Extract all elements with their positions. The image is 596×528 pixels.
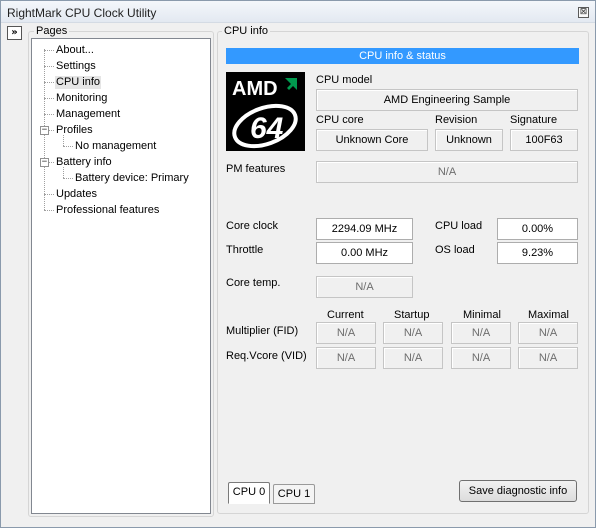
collapse-profiles-icon[interactable]: − — [40, 126, 49, 135]
cpu-info-group-label: CPU info — [222, 25, 271, 37]
multiplier-minimal-field: N/A — [451, 322, 511, 344]
revision-field: Unknown — [435, 129, 503, 151]
multiplier-label: Multiplier (FID) — [226, 325, 299, 337]
cpu-info-header: CPU info & status — [226, 48, 579, 64]
tab-cpu-1[interactable]: CPU 1 — [273, 484, 315, 504]
pages-tree[interactable]: − − About... Settings CPU info Monitorin… — [31, 38, 211, 514]
tree-item-settings[interactable]: Settings — [55, 60, 97, 73]
collapse-battery-info-icon[interactable]: − — [40, 158, 49, 167]
app-window: RightMark CPU Clock Utility ⊠ » Pages − … — [0, 0, 596, 528]
column-maximal-label: Maximal — [528, 309, 569, 321]
core-temp-field: N/A — [316, 276, 413, 298]
multiplier-maximal-field: N/A — [518, 322, 578, 344]
collapse-pages-button[interactable]: » — [7, 26, 22, 40]
throttle-field: 0.00 MHz — [316, 242, 413, 264]
pages-group-label: Pages — [34, 25, 70, 37]
tree-item-updates[interactable]: Updates — [55, 188, 98, 201]
pm-features-field: N/A — [316, 161, 578, 183]
tree-guide-line — [44, 114, 54, 115]
core-clock-label: Core clock — [226, 220, 278, 232]
cpu-core-field: Unknown Core — [316, 129, 428, 151]
amd-64-text: 64 — [250, 112, 284, 145]
cpu-core-label: CPU core — [316, 114, 364, 126]
core-temp-label: Core temp. — [226, 277, 281, 289]
tree-item-battery-device[interactable]: Battery device: Primary — [74, 172, 190, 185]
column-minimal-label: Minimal — [463, 309, 501, 321]
close-icon[interactable]: ⊠ — [578, 7, 589, 18]
tree-guide-line — [44, 50, 54, 51]
tree-guide-line — [44, 66, 54, 67]
tree-guide-line — [44, 210, 54, 211]
tree-guide-line — [44, 194, 54, 195]
core-clock-field: 2294.09 MHz — [316, 218, 413, 240]
save-diagnostic-info-button[interactable]: Save diagnostic info — [459, 480, 577, 502]
signature-label: Signature — [510, 114, 558, 126]
amd64-logo: AMD 64 — [226, 72, 305, 151]
column-startup-label: Startup — [394, 309, 430, 321]
cpu-model-field: AMD Engineering Sample — [316, 89, 578, 111]
tree-guide-line — [44, 82, 54, 83]
vcore-startup-field: N/A — [383, 347, 443, 369]
signature-field: 100F63 — [510, 129, 578, 151]
cpu-load-field: 0.00% — [497, 218, 578, 240]
vcore-minimal-field: N/A — [451, 347, 511, 369]
os-load-label: OS load — [435, 244, 475, 256]
tree-item-monitoring[interactable]: Monitoring — [55, 92, 108, 105]
column-current-label: Current — [327, 309, 364, 321]
amd-logo-text: AMD — [232, 78, 278, 100]
pm-features-label: PM features — [226, 163, 286, 175]
revision-label: Revision — [435, 114, 478, 126]
tab-cpu-0[interactable]: CPU 0 — [228, 482, 270, 504]
tree-guide-line — [44, 98, 54, 99]
multiplier-startup-field: N/A — [383, 322, 443, 344]
tree-guide-line — [63, 178, 73, 179]
tree-item-about[interactable]: About... — [55, 44, 95, 57]
vcore-maximal-field: N/A — [518, 347, 578, 369]
tree-guide-line — [63, 146, 73, 147]
cpu-model-label: CPU model — [316, 74, 373, 86]
title-bar[interactable]: RightMark CPU Clock Utility ⊠ — [1, 1, 595, 23]
tree-item-professional-features[interactable]: Professional features — [55, 204, 160, 217]
tree-item-profiles[interactable]: Profiles — [55, 124, 94, 137]
tree-item-battery-info[interactable]: Battery info — [55, 156, 113, 169]
os-load-field: 9.23% — [497, 242, 578, 264]
vcore-label: Req.Vcore (VID) — [226, 350, 307, 362]
tree-item-management[interactable]: Management — [55, 108, 121, 121]
window-title: RightMark CPU Clock Utility — [7, 6, 157, 20]
amd64-logo-graphic: AMD 64 — [232, 78, 298, 149]
throttle-label: Throttle — [226, 244, 264, 256]
tree-item-no-management[interactable]: No management — [74, 140, 157, 153]
vcore-current-field: N/A — [316, 347, 376, 369]
multiplier-current-field: N/A — [316, 322, 376, 344]
cpu-load-label: CPU load — [435, 220, 483, 232]
tree-item-cpu-info[interactable]: CPU info — [55, 76, 102, 89]
